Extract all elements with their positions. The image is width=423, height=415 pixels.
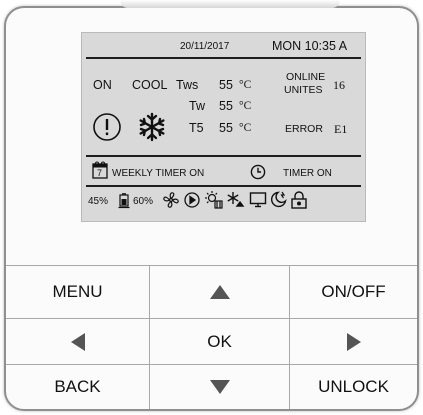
arrow-down-icon <box>209 379 231 395</box>
back-button[interactable]: BACK <box>6 365 149 409</box>
timer-on-text: TIMER ON <box>283 168 332 179</box>
error-code: E1 <box>334 122 348 136</box>
sun-heater-icon <box>204 190 224 210</box>
humidity-icon <box>118 193 130 209</box>
online-label-line2: UNITES <box>284 84 323 96</box>
pump-icon <box>183 191 201 209</box>
date-text: 20/11/2017 <box>180 41 230 52</box>
operation-mode-text: COOL <box>132 78 168 92</box>
temp-label-t5: T5 <box>189 121 204 135</box>
temp-label-tws: Tws <box>176 78 199 92</box>
divider-middle <box>86 155 361 157</box>
right-button[interactable] <box>290 319 417 364</box>
divider-bottom <box>86 185 361 187</box>
temp-value-tw: 55 <box>219 99 233 113</box>
percent-1-text: 45% <box>88 196 109 207</box>
left-button[interactable] <box>6 319 149 364</box>
wired-controller: 20/11/2017 MON 10:35 A ON COOL Tws 55 °C… <box>0 0 423 415</box>
error-label: ERROR <box>285 123 323 135</box>
calendar-number: 7 <box>97 168 103 178</box>
divider-top <box>86 57 361 59</box>
online-units-value: 16 <box>333 78 345 92</box>
calendar-icon: 7 <box>92 161 108 179</box>
day-time-text: MON 10:35 A <box>272 39 348 53</box>
on-off-button[interactable]: ON/OFF <box>290 266 417 318</box>
defrost-icon <box>225 190 245 210</box>
arrow-left-icon <box>70 332 86 352</box>
weekly-timer-text: WEEKLY TIMER ON <box>112 168 205 179</box>
warning-icon <box>92 112 122 142</box>
down-button[interactable] <box>150 365 289 409</box>
temp-unit-tw: °C <box>239 100 252 112</box>
temp-unit-t5: °C <box>239 122 252 134</box>
up-button[interactable] <box>150 266 289 318</box>
frame-highlight <box>120 0 340 8</box>
keypad: MENU ON/OFF OK BACK UNLOCK <box>6 265 417 409</box>
temp-value-tws: 55 <box>219 78 233 92</box>
snowflake-icon <box>137 112 167 142</box>
lock-icon <box>290 190 308 210</box>
temp-unit-tws: °C <box>239 79 252 91</box>
menu-button[interactable]: MENU <box>6 266 149 318</box>
night-mode-icon <box>269 190 289 210</box>
clock-icon <box>250 164 266 180</box>
unlock-button[interactable]: UNLOCK <box>290 365 417 409</box>
arrow-up-icon <box>209 284 231 300</box>
lcd-screen: 20/11/2017 MON 10:35 A ON COOL Tws 55 °C… <box>81 32 366 222</box>
power-state-text: ON <box>93 78 112 92</box>
online-label-line1: ONLINE <box>286 71 326 83</box>
screen-icon <box>249 191 267 209</box>
fan-icon <box>162 191 180 209</box>
ok-button[interactable]: OK <box>150 319 289 364</box>
temp-value-t5: 55 <box>219 121 233 135</box>
percent-2-text: 60% <box>133 196 154 207</box>
temp-label-tw: Tw <box>189 99 205 113</box>
arrow-right-icon <box>346 332 362 352</box>
